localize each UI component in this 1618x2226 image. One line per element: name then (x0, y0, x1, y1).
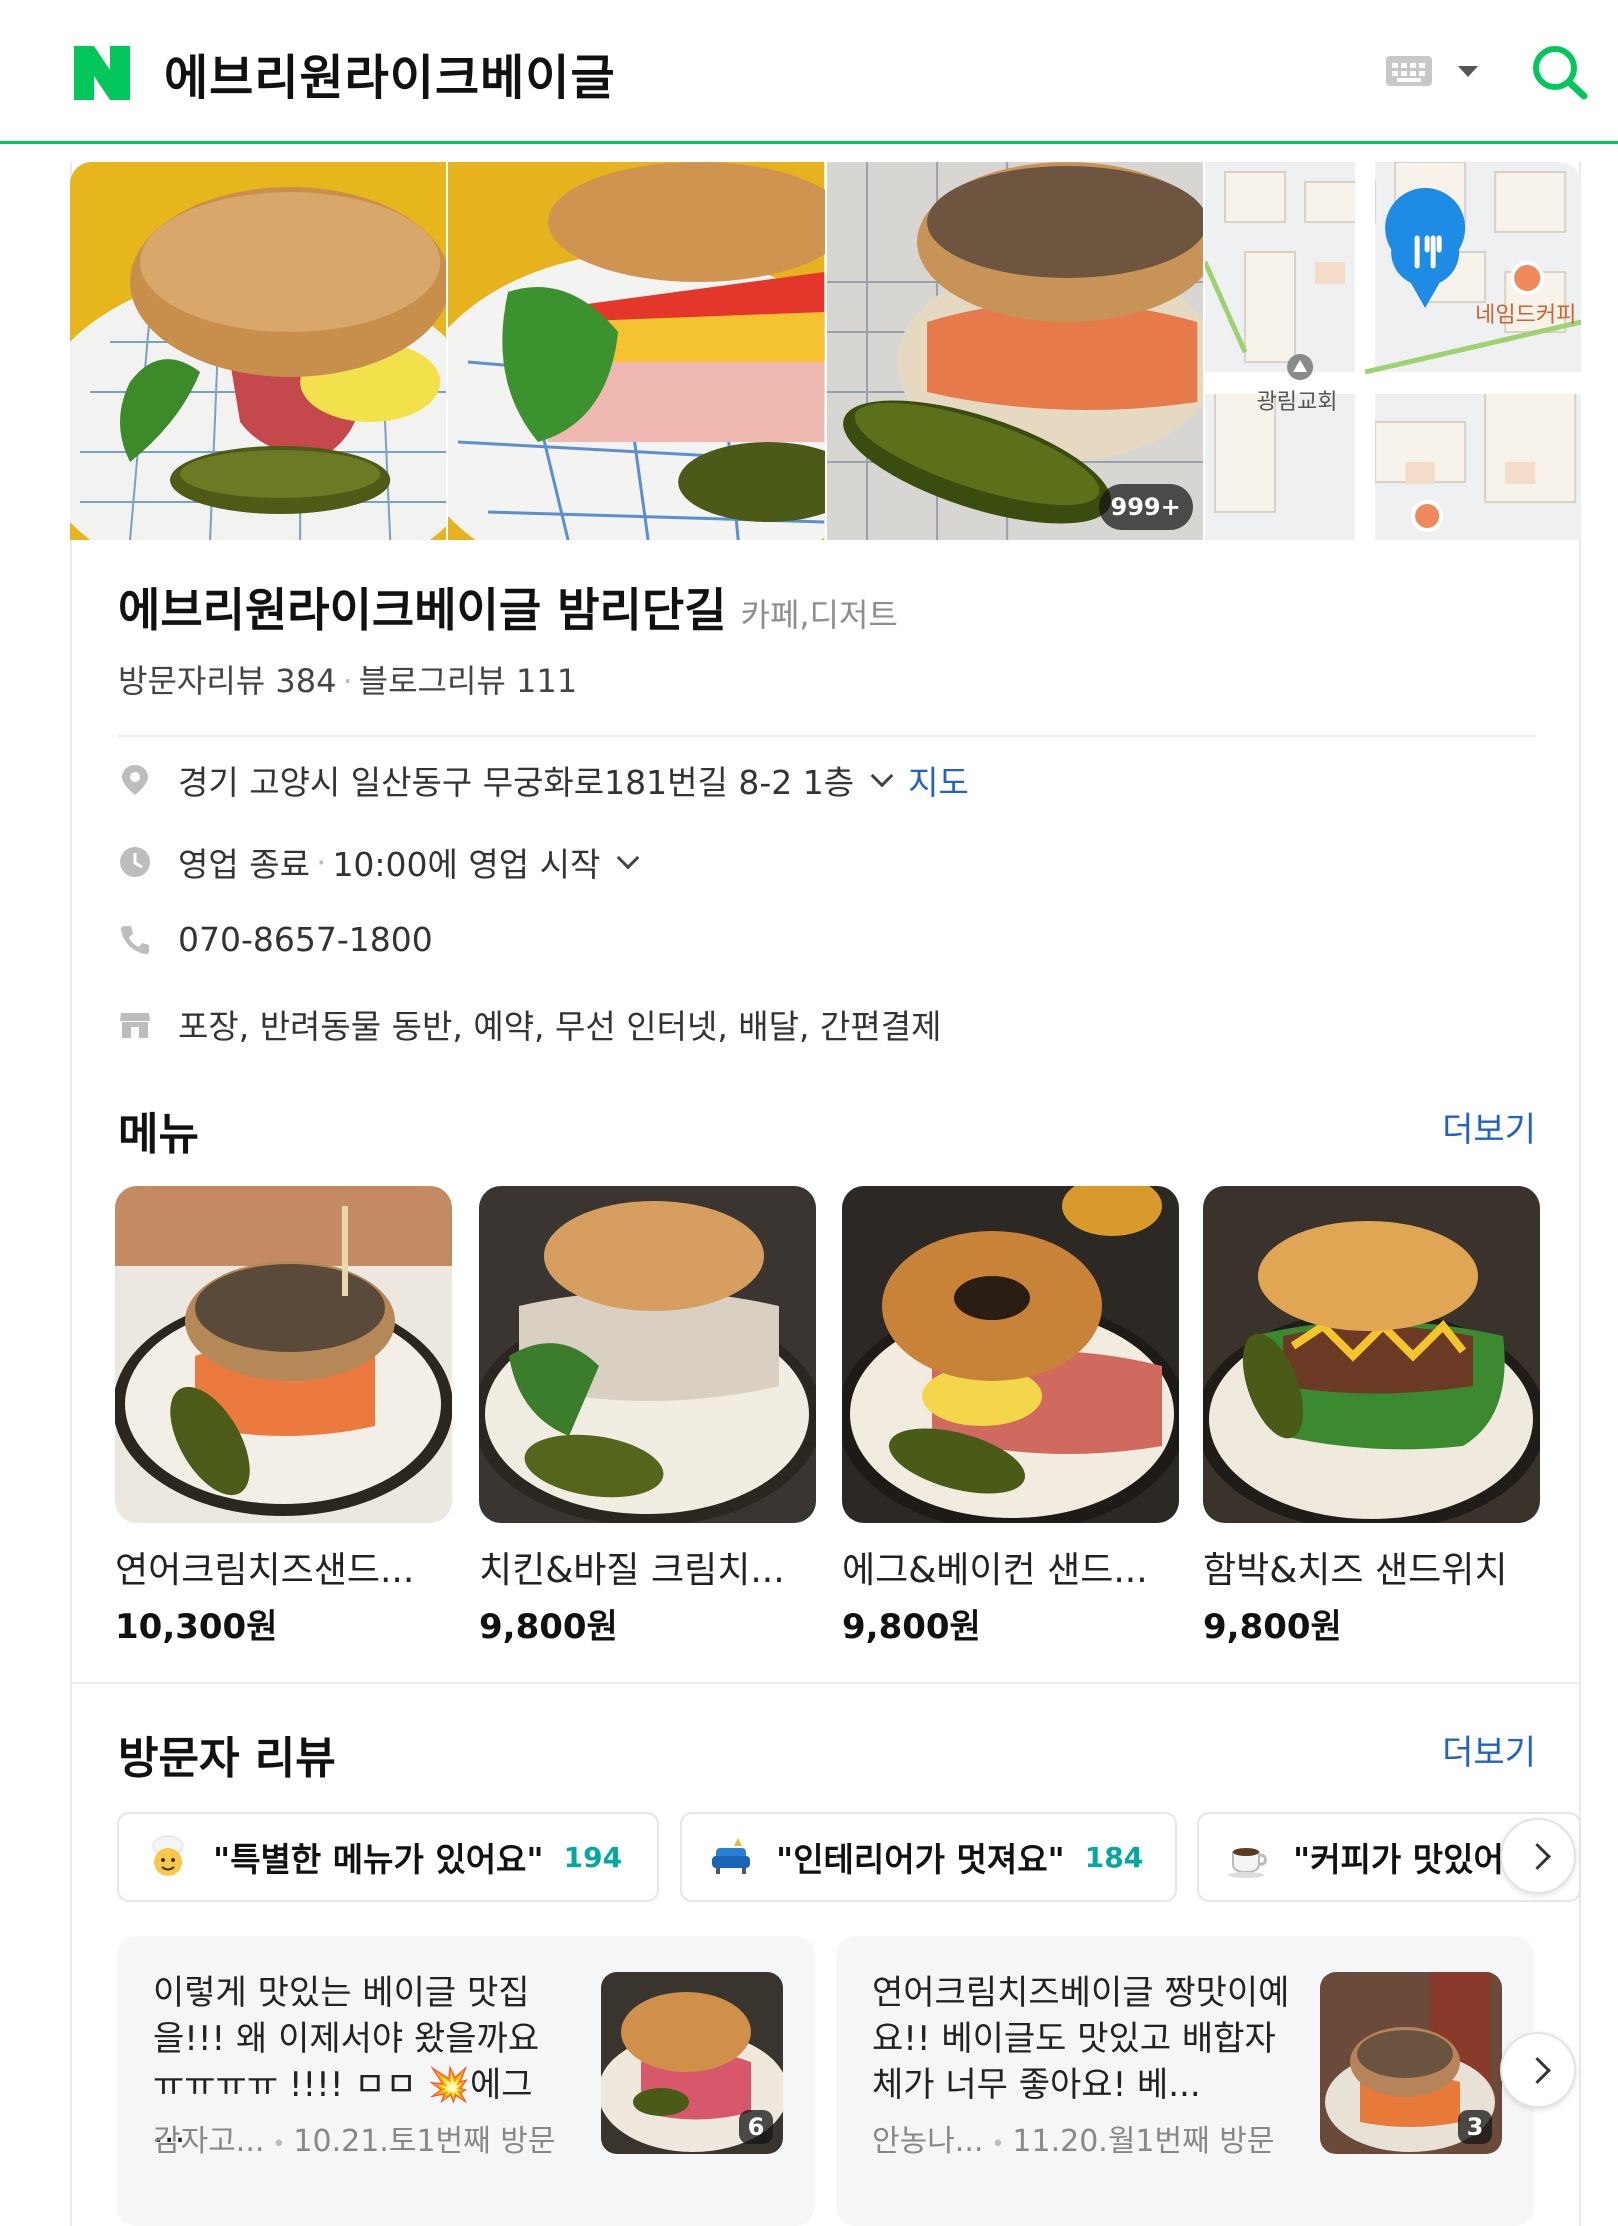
review-card[interactable]: 연어크림치즈베이글 짱맛이예요!! 베이글도 맛있고 배합자체가 너무 좋아요!… (836, 1936, 1534, 2226)
menu-item-price: 9,800원 (1203, 1607, 1342, 1647)
review-meta: 감자고... • 10.21.토1번째 방문 (153, 2124, 556, 2159)
naver-logo[interactable] (74, 46, 130, 100)
menu-item-price: 9,800원 (479, 1607, 618, 1647)
menu-item-price: 10,300원 (115, 1607, 278, 1647)
search-input[interactable]: 에브리원라이크베이글 (164, 38, 616, 108)
phone-icon (120, 925, 149, 954)
menu-item[interactable]: 함박&치즈 샌드위치 9,800원 (1203, 1186, 1540, 1648)
review-meta: 안농나... • 11.20.월1번째 방문 (872, 2124, 1275, 2159)
review-photo[interactable]: 6 (601, 1972, 783, 2154)
hours-row: 영업 종료 · 10:00에 영업 시작 (118, 838, 654, 886)
map-link[interactable]: 지도 (908, 756, 969, 804)
review-keyword-chip[interactable]: "특별한 메뉴가 있어요" 194 (117, 1812, 659, 1902)
menu-section-title: 메뉴 (118, 1109, 199, 1160)
store-icon (120, 1013, 150, 1038)
keyboard-dropdown-icon[interactable] (1458, 66, 1478, 77)
menu-item-name: 함박&치즈 샌드위치 (1203, 1550, 1508, 1591)
coffee-emoji-icon (1228, 1848, 1267, 1878)
blog-review-count[interactable]: 블로그리뷰 111 (359, 662, 577, 700)
review-visit-info: 11.20.월1번째 방문 (1012, 2124, 1275, 2159)
menu-item-image[interactable] (115, 1186, 452, 1523)
menu-item-price: 9,800원 (842, 1607, 981, 1647)
review-summary: 방문자리뷰 384 · 블로그리뷰 111 (118, 662, 578, 700)
place-name[interactable]: 에브리원라이크베이글 밤리단길 (118, 574, 727, 640)
divider (118, 735, 1536, 737)
menu-item-image[interactable] (842, 1186, 1179, 1523)
review-visit-info: 10.21.토1번째 방문 (293, 2124, 556, 2159)
photo-count-badge[interactable]: 999+ (1098, 484, 1193, 530)
review-keyword-chip[interactable]: "인테리어가 멋져요" 184 (680, 1812, 1177, 1902)
keyword-count: 194 (563, 1840, 623, 1874)
menu-item-name: 치킨&바질 크림치... (479, 1550, 785, 1591)
menu-item-name: 에그&베이컨 샌드... (842, 1550, 1148, 1591)
sofa-emoji-icon (712, 1838, 750, 1874)
amenities-row: 포장, 반려동물 동반, 예약, 무선 인터넷, 배달, 간편결제 (118, 1000, 941, 1048)
menu-item-image[interactable] (479, 1186, 816, 1523)
review-card[interactable]: 이렇게 맛있는 베이글 맛집을!!! 왜 이제서야 왔을까요 ㅠㅠㅠㅠ !!!!… (117, 1936, 815, 2226)
location-pin-icon (122, 765, 148, 795)
place-photo[interactable]: 999+ (826, 162, 1203, 540)
address-text: 경기 고양시 일산동구 무궁화로181번길 8-2 1층 (178, 763, 855, 802)
menu-item-name: 연어크림치즈샌드... (115, 1550, 415, 1591)
menu-more-link[interactable]: 더보기 (1442, 1102, 1536, 1151)
divider (72, 1682, 1579, 1684)
photo-count-badge: 6 (739, 2110, 773, 2144)
menu-item-image[interactable] (1203, 1186, 1540, 1523)
keyword-text: "인테리어가 멋져요" (776, 1840, 1065, 1879)
place-photo[interactable] (448, 162, 825, 540)
reviews-section-title: 방문자 리뷰 (118, 1733, 336, 1784)
map-label-cafe: 네임드커피 (1475, 303, 1576, 328)
review-author[interactable]: 안농나... (872, 2124, 983, 2159)
reviews-more-link[interactable]: 더보기 (1442, 1725, 1536, 1774)
chevron-down-icon[interactable] (617, 846, 640, 870)
clock-icon (120, 847, 150, 877)
review-text: 연어크림치즈베이글 짱맛이예요!! 베이글도 맛있고 배합자체가 너무 좋아요!… (872, 1973, 1290, 2105)
amenities-text: 포장, 반려동물 동반, 예약, 무선 인터넷, 배달, 간편결제 (178, 1007, 942, 1046)
address-row: 경기 고양시 일산동구 무궁화로181번길 8-2 1층 지도 (118, 756, 969, 804)
keyword-count: 184 (1084, 1840, 1144, 1874)
business-hours: 10:00에 영업 시작 (332, 845, 601, 884)
review-author[interactable]: 감자고... (153, 2124, 264, 2159)
keyword-next-button[interactable] (1500, 1818, 1576, 1894)
place-category: 카페,디저트 (740, 596, 898, 634)
map-label-church: 광림교회 (1256, 390, 1337, 415)
menu-item[interactable]: 치킨&바질 크림치... 9,800원 (479, 1186, 816, 1648)
place-title-row: 에브리원라이크베이글 밤리단길 카페,디저트 (118, 574, 898, 640)
search-icon[interactable] (1530, 44, 1590, 100)
review-photo[interactable]: 3 (1320, 1972, 1502, 2154)
phone-number[interactable]: 070-8657-1800 (178, 920, 433, 959)
keyword-text: "특별한 메뉴가 있어요" (213, 1840, 544, 1879)
business-status: 영업 종료 (178, 845, 310, 884)
keyboard-icon[interactable] (1386, 56, 1432, 86)
map-thumbnail[interactable]: 광림교회 네임드커피 (1204, 162, 1581, 540)
menu-item[interactable]: 연어크림치즈샌드... 10,300원 (115, 1186, 452, 1648)
photo-strip: 999+ 광림교회 네임드커피 (70, 162, 1581, 540)
search-header: 에브리원라이크베이글 (0, 0, 1618, 144)
menu-item[interactable]: 에그&베이컨 샌드... 9,800원 (842, 1186, 1179, 1648)
place-photo[interactable] (70, 162, 447, 540)
review-next-button[interactable] (1500, 2032, 1576, 2108)
chevron-down-icon[interactable] (870, 764, 894, 788)
phone-row: 070-8657-1800 (118, 920, 433, 959)
photo-count-badge: 3 (1458, 2110, 1492, 2144)
chef-emoji-icon (152, 1835, 184, 1876)
visitor-review-count[interactable]: 방문자리뷰 384 (118, 662, 336, 700)
